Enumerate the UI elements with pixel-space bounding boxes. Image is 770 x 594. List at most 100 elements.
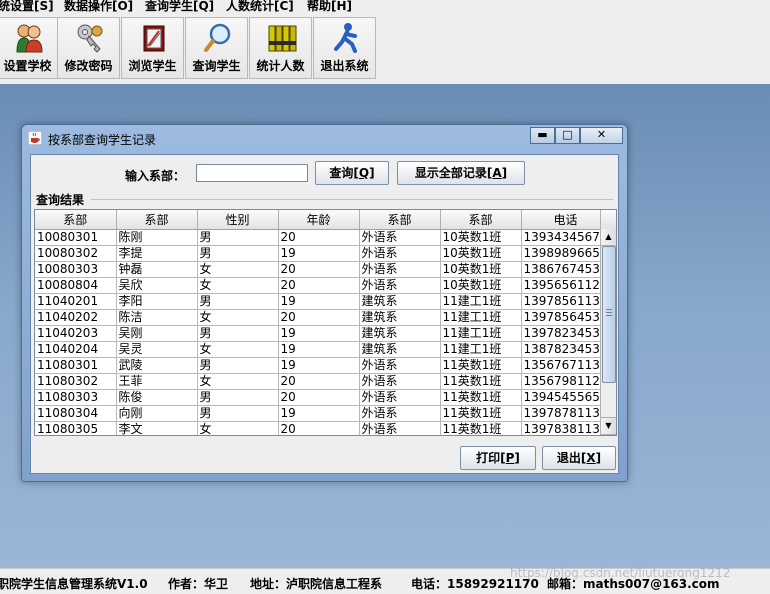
dialog-title-bar[interactable]: 按系部查询学生记录 ▬ □ ✕	[22, 125, 627, 151]
table-cell: 男	[197, 325, 279, 342]
col-header-name[interactable]: 系部	[116, 210, 198, 230]
table-cell: 13989896656	[521, 245, 611, 262]
query-button[interactable]: 查询[Q]	[315, 161, 389, 185]
table-cell: 女	[197, 373, 279, 390]
table-cell: 13878234530	[521, 341, 611, 358]
menu-bar: 统设置[S] 数据操作[O] 查询学生[Q] 人数统计[C] 帮助[H]	[0, 0, 770, 14]
menu-count-stats[interactable]: 人数统计[C]	[226, 0, 294, 14]
table-row[interactable]: 10080303 钟磊女 20 外语系 10英数1班 13867674534	[35, 261, 611, 278]
maximize-button[interactable]: □	[555, 127, 580, 144]
table-row[interactable]: 10080302 李提男 19 外语系 10英数1班 13989896656	[35, 245, 611, 262]
table-cell: 13567981123	[521, 373, 611, 390]
table-cell: 19	[278, 405, 360, 422]
dept-label: 输入系部：	[125, 169, 186, 183]
toolbar: 设置学校 修改密码 浏览学生 查询学生 统计人数 退出系统	[0, 14, 770, 84]
table-cell: 男	[197, 245, 279, 262]
close-button[interactable]: ✕	[580, 127, 623, 144]
toolbar-label: 退出系统	[320, 59, 369, 73]
menu-system-settings[interactable]: 统设置[S]	[0, 0, 54, 14]
toolbar-label: 查询学生	[192, 59, 241, 73]
table-cell: 女	[197, 309, 279, 326]
col-header-class[interactable]: 系部	[440, 210, 522, 230]
table-cell: 吴刚	[116, 325, 198, 342]
minimize-button[interactable]: ▬	[530, 127, 555, 144]
table-row[interactable]: 10080804 吴欣女 20 外语系 10英数1班 13956561123	[35, 277, 611, 294]
table-row[interactable]: 11080301 武陵男 19 外语系 11英数1班 13567671130	[35, 357, 611, 374]
col-header-department[interactable]: 系部	[359, 210, 441, 230]
toolbar-query-students-button[interactable]: 查询学生	[185, 17, 248, 79]
print-button[interactable]: 打印[P]	[460, 446, 536, 470]
table-row[interactable]: 11080305 李文女 20 外语系 11英数1班 13978381130	[35, 421, 611, 435]
toolbar-count-button[interactable]: 统计人数	[249, 17, 312, 79]
query-button-label: 查询	[329, 166, 354, 180]
col-header-gender[interactable]: 性别	[197, 210, 279, 230]
table-row[interactable]: 11080302 王菲女 20 外语系 11英数1班 13567981123	[35, 373, 611, 390]
toolbar-browse-students-button[interactable]: 浏览学生	[121, 17, 184, 79]
table-cell: 20	[278, 309, 360, 326]
scrollbar-header-corner	[601, 210, 616, 230]
scroll-grip	[606, 315, 612, 316]
table-cell: 11040204	[35, 341, 117, 358]
running-man-icon	[334, 23, 357, 53]
results-group-divider	[91, 199, 613, 200]
table-cell: 19	[278, 325, 360, 342]
table-row[interactable]: 11040203 吴刚男 19 建筑系 11建工1班 13978234530	[35, 325, 611, 342]
col-header-student-id[interactable]: 系部	[35, 210, 117, 230]
table-cell: 13867674534	[521, 261, 611, 278]
show-all-button[interactable]: 显示全部记录[A]	[397, 161, 525, 185]
table-cell: 10080303	[35, 261, 117, 278]
scroll-thumb[interactable]	[602, 246, 616, 383]
results-group-title: 查询结果	[36, 193, 85, 207]
table-cell: 10英数1班	[440, 229, 522, 246]
print-button-label: 打印	[476, 451, 501, 465]
window-controls: ▬ □ ✕	[530, 127, 623, 144]
print-button-key: P	[505, 451, 515, 465]
table-cell: 李文	[116, 421, 198, 435]
table-cell: 13567671130	[521, 357, 611, 374]
table-cell: 建筑系	[359, 293, 441, 310]
table-cell: 13978381130	[521, 421, 611, 435]
binders-icon	[268, 25, 297, 52]
toolbar-label: 统计人数	[256, 59, 305, 73]
col-header-age[interactable]: 年龄	[278, 210, 360, 230]
table-cell: 20	[278, 389, 360, 406]
table-row[interactable]: 11040204 吴灵女 19 建筑系 11建工1班 13878234530	[35, 341, 611, 358]
menu-query-students[interactable]: 查询学生[Q]	[145, 0, 214, 14]
table-cell: 建筑系	[359, 325, 441, 342]
dept-input[interactable]	[196, 164, 308, 182]
table-row[interactable]: 10080301 陈刚男 20 外语系 10英数1班 13934345678	[35, 229, 611, 246]
table-cell: 11080304	[35, 405, 117, 422]
table-vertical-scrollbar[interactable]: ▲ ▼	[600, 210, 616, 435]
toolbar-set-school-button[interactable]: 设置学校	[0, 17, 59, 79]
table-cell: 男	[197, 389, 279, 406]
exit-button[interactable]: 退出[X]	[542, 446, 616, 470]
table-cell: 19	[278, 341, 360, 358]
key-icon	[77, 24, 103, 53]
table-cell: 11英数1班	[440, 357, 522, 374]
scroll-down-arrow-icon[interactable]: ▼	[601, 417, 616, 435]
show-all-button-key: A	[492, 166, 502, 180]
table-cell: 13978561130	[521, 293, 611, 310]
table-cell: 11英数1班	[440, 389, 522, 406]
table-row[interactable]: 11080303 陈俊男 20 外语系 11英数1班 13945455656	[35, 389, 611, 406]
toolbar-change-password-button[interactable]: 修改密码	[57, 17, 120, 79]
table-cell: 李阳	[116, 293, 198, 310]
table-row[interactable]: 11080304 向刚男 19 外语系 11英数1班 13978781130	[35, 405, 611, 422]
table-row[interactable]: 11040202 陈洁女 20 建筑系 11建工1班 13978564530	[35, 309, 611, 326]
menu-help[interactable]: 帮助[H]	[307, 0, 352, 14]
table-cell: 10英数1班	[440, 277, 522, 294]
table-cell: 13978564530	[521, 309, 611, 326]
scroll-up-arrow-icon[interactable]: ▲	[601, 229, 616, 246]
table-cell: 10英数1班	[440, 261, 522, 278]
table-cell: 11英数1班	[440, 421, 522, 435]
table-cell: 11080302	[35, 373, 117, 390]
scroll-grip	[606, 309, 612, 310]
col-header-phone[interactable]: 电话	[521, 210, 611, 230]
table-row[interactable]: 11040201 李阳男 19 建筑系 11建工1班 13978561130	[35, 293, 611, 310]
toolbar-label: 浏览学生	[128, 59, 177, 73]
table-cell: 20	[278, 229, 360, 246]
table-cell: 女	[197, 261, 279, 278]
table-cell: 向刚	[116, 405, 198, 422]
toolbar-exit-button[interactable]: 退出系统	[313, 17, 376, 79]
menu-data-operations[interactable]: 数据操作[O]	[64, 0, 133, 14]
